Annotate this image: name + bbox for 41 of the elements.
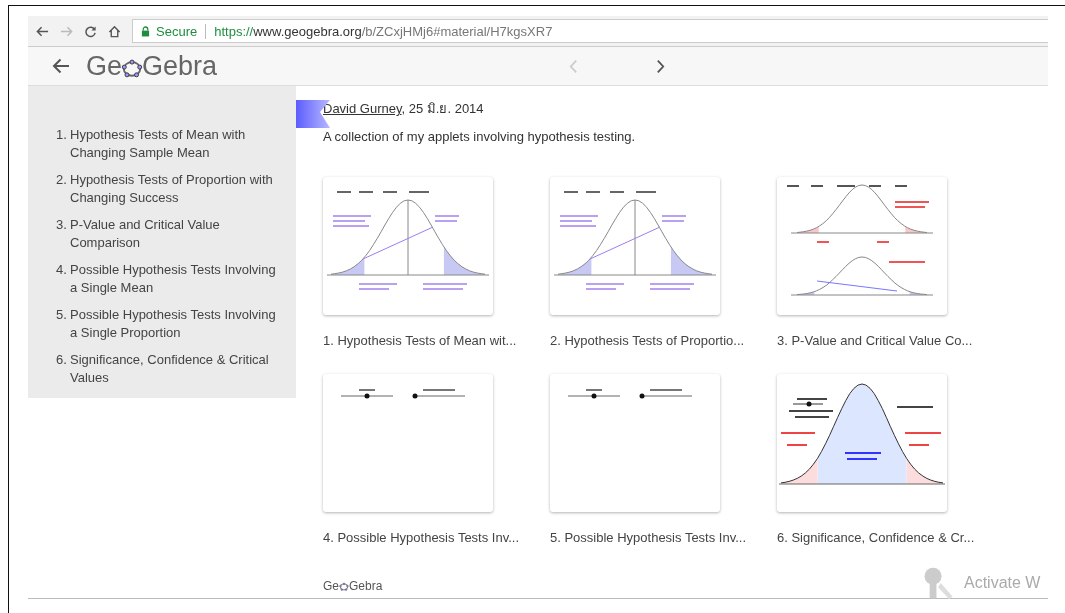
next-chevron-icon[interactable] (656, 58, 666, 74)
applet-thumbnail[interactable] (777, 177, 947, 315)
key-icon (922, 566, 956, 600)
applet-thumbnail[interactable] (550, 177, 720, 315)
applet-thumbnail[interactable] (323, 374, 493, 512)
pentagon-logo-icon (121, 58, 144, 78)
sidebar-item[interactable]: 2. Hypothesis Tests of Proportion with Changing Success (56, 171, 286, 207)
applet-title[interactable]: 5. Possible Hypothesis Tests Inv... (550, 530, 777, 545)
logo-text: Ge (86, 50, 123, 82)
url-path: /b/ZCxjHMj6#material/H7kgsXR7 (361, 23, 553, 39)
description-text: A collection of my applets involving hypothesis testing. (323, 129, 637, 144)
sidebar-item[interactable]: 1. Hypothesis Tests of Mean with Changing Sample Mean (56, 126, 286, 162)
logo-text: Gebra (142, 50, 218, 82)
applet-title[interactable]: 4. Possible Hypothesis Tests Inv... (323, 530, 550, 545)
lock-icon (141, 25, 150, 37)
sidebar-item[interactable]: 3. P-Value and Critical Value Comparison (56, 216, 286, 252)
author-link[interactable]: David Gurney (323, 101, 402, 116)
applet-thumbnail[interactable] (550, 374, 720, 512)
home-icon[interactable] (108, 24, 121, 38)
footer-logo-text: Ge (323, 579, 339, 593)
applet-title[interactable]: 6. Significance, Confidence & Cr... (777, 530, 1004, 545)
address-bar[interactable]: Secure https://www.geogebra.org/b/ZCxjHMj6#material/H7kgsXR7 (132, 19, 1048, 43)
secure-label: Secure (156, 23, 198, 39)
pentagon-logo-icon (339, 581, 349, 591)
reload-icon[interactable] (84, 24, 97, 38)
previous-chevron-icon[interactable] (569, 58, 579, 74)
url-host: www.geogebra.org (253, 23, 362, 39)
sidebar-item[interactable]: 6. Significance, Confidence & Critical Values (56, 351, 286, 387)
sidebar-item[interactable]: 5. Possible Hypothesis Tests Involving a Single Proportion (56, 306, 286, 342)
url-scheme: https:// (214, 23, 254, 39)
applet-thumbnail[interactable] (777, 374, 947, 512)
applet-title[interactable]: 1. Hypothesis Tests of Mean wit... (323, 333, 550, 348)
footer-logo-text: Gebra (349, 579, 383, 593)
forward-icon[interactable] (60, 24, 73, 38)
applet-thumbnail[interactable] (323, 177, 493, 315)
applet-title[interactable]: 3. P-Value and Critical Value Co... (777, 333, 1004, 348)
back-icon[interactable] (36, 24, 49, 38)
sidebar-item[interactable]: 4. Possible Hypothesis Tests Involving a Single Mean (56, 261, 286, 297)
back-arrow-icon[interactable] (52, 58, 70, 74)
activation-notice: Activate W (964, 574, 1041, 592)
applet-title[interactable]: 2. Hypothesis Tests of Proportio... (550, 333, 777, 348)
